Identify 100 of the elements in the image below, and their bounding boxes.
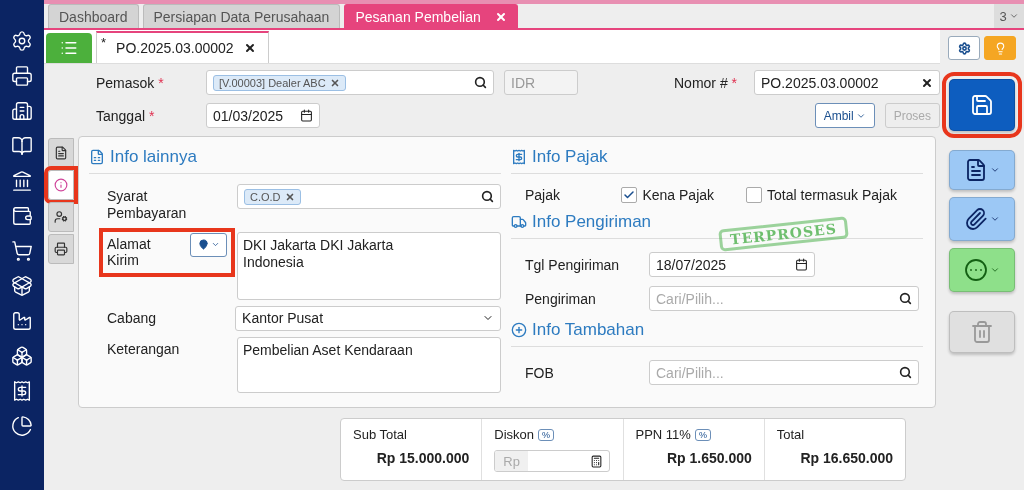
document-menu-button[interactable]: [949, 150, 1015, 190]
tag: [V.00003] Dealer ABC: [213, 74, 346, 91]
printer-icon[interactable]: [11, 65, 33, 87]
receipt-icon: [89, 149, 105, 165]
building-icon[interactable]: [11, 100, 33, 122]
processed-stamp: TERPROSES: [718, 216, 849, 252]
settings-icon: [957, 41, 971, 55]
date-label: Tanggal *: [96, 107, 156, 124]
supplier-field[interactable]: [V.00003] Dealer ABC: [206, 70, 494, 95]
label-text: Alamat Kirim: [107, 235, 152, 270]
ellipsis-circle-icon: [964, 258, 988, 282]
checkbox[interactable]: [746, 187, 763, 203]
total-value: Rp 15.000.000: [376, 450, 470, 466]
total-label: Total: [776, 427, 805, 442]
remove-icon[interactable]: [329, 77, 340, 88]
document-tab[interactable]: * PO.2025.03.00002: [96, 31, 269, 63]
label-text: Cabang: [107, 309, 157, 327]
info-icon: [54, 178, 68, 192]
tab-label: Persiapan Data Perusahaan: [153, 8, 330, 25]
label-text: Keterangan: [107, 340, 180, 358]
chevron-icon: [990, 265, 1000, 275]
tag: C.O.D: [244, 188, 301, 205]
close-icon[interactable]: [243, 42, 256, 54]
section-title-text: Info Tambahan: [532, 320, 645, 340]
total-value: Rp 1.650.000: [666, 450, 752, 466]
side-tab[interactable]: [48, 138, 74, 168]
document-icon: [964, 158, 988, 182]
more-menu-button[interactable]: [949, 248, 1015, 292]
wallet-icon[interactable]: [11, 205, 33, 227]
factory-icon[interactable]: [11, 310, 33, 332]
printer-icon: [54, 242, 68, 256]
fetch-button[interactable]: Ambil: [814, 103, 875, 128]
total-label: Sub Total: [353, 427, 407, 442]
person-icon: [54, 210, 68, 224]
tab-count-dropdown[interactable]: 3: [994, 4, 1024, 28]
total-label: PPN 11%: [635, 427, 691, 442]
remove-icon[interactable]: [284, 191, 295, 202]
section-title-text: Info lainnya: [110, 147, 197, 167]
search-icon: [481, 190, 494, 203]
book-icon[interactable]: [11, 135, 33, 157]
branch-select[interactable]: Kantor Pusat: [235, 305, 501, 331]
date-field[interactable]: 18/07/2025: [649, 252, 815, 277]
document-tab-label: PO.2025.03.00002: [116, 40, 234, 56]
receipt-icon: [511, 149, 527, 165]
tab-label: Dashboard: [59, 8, 128, 25]
percent-toggle[interactable]: %: [694, 428, 711, 441]
date-field[interactable]: 01/03/2025: [206, 103, 320, 128]
tag-field[interactable]: C.O.D: [237, 184, 501, 209]
checkbox[interactable]: [621, 187, 638, 203]
label-text: Syarat Pembayaran: [107, 188, 188, 222]
tab[interactable]: Persiapan Data Perusahaan: [142, 4, 341, 28]
cart-icon[interactable]: [11, 240, 33, 262]
tab[interactable]: Dashboard: [48, 4, 139, 28]
tax-label: Pajak: [525, 187, 562, 203]
total-label: Diskon: [494, 427, 534, 442]
settings-icon[interactable]: [11, 30, 33, 52]
save-icon: [970, 93, 994, 117]
clear-icon[interactable]: [921, 76, 933, 89]
currency-field: IDR: [504, 70, 578, 95]
notes-field[interactable]: Pembelian Aset Kendaraan: [237, 336, 501, 393]
trash-icon: [970, 320, 994, 344]
chevron-icon: [990, 165, 1000, 175]
paperclip-icon: [964, 207, 988, 231]
field-label: Tgl Pengiriman: [525, 256, 621, 273]
number-label: Nomor # *: [674, 74, 739, 91]
calculator-icon: [590, 454, 604, 468]
settings-button[interactable]: [948, 36, 980, 60]
search-icon: [899, 366, 912, 379]
search-icon: [474, 76, 487, 89]
bank-icon[interactable]: [11, 170, 33, 192]
percent-toggle[interactable]: %: [538, 428, 554, 441]
checkbox-label: Total termasuk Pajak: [767, 187, 897, 203]
modified-mark: *: [101, 35, 107, 50]
tab[interactable]: Pesanan Pembelian: [344, 4, 518, 28]
field-label: Pengiriman: [525, 290, 597, 307]
section-title-text: Info Pajak: [532, 147, 608, 167]
calendar-icon: [795, 258, 808, 271]
number-field[interactable]: PO.2025.03.00002: [754, 70, 940, 95]
calendar-icon: [300, 109, 313, 122]
address-picker-button[interactable]: [190, 232, 227, 257]
checkbox-label: Kena Pajak: [642, 187, 715, 203]
check-icon: [623, 189, 636, 201]
chart-icon[interactable]: [11, 415, 33, 437]
attachment-menu-button[interactable]: [949, 197, 1015, 241]
tab-label: Pesanan Pembelian: [355, 8, 481, 25]
address-field[interactable]: DKI Jakarta DKI Jakarta Indonesia: [237, 231, 501, 300]
side-tab[interactable]: [48, 234, 74, 264]
document-icon: [54, 146, 68, 160]
truck-icon: [511, 214, 527, 230]
plus-circle-icon: [511, 322, 527, 338]
package-icon[interactable]: [11, 275, 33, 297]
chevron-icon: [1008, 11, 1019, 21]
list-icon: [60, 39, 78, 57]
chevron-icon: [990, 214, 1000, 224]
boxes-icon[interactable]: [11, 345, 33, 367]
total-value: Rp 16.650.000: [800, 450, 893, 466]
pin-icon: [197, 239, 209, 251]
supplier-label: Pemasok *: [96, 74, 165, 91]
side-tab[interactable]: [48, 202, 74, 232]
receipt-icon[interactable]: [11, 380, 33, 402]
